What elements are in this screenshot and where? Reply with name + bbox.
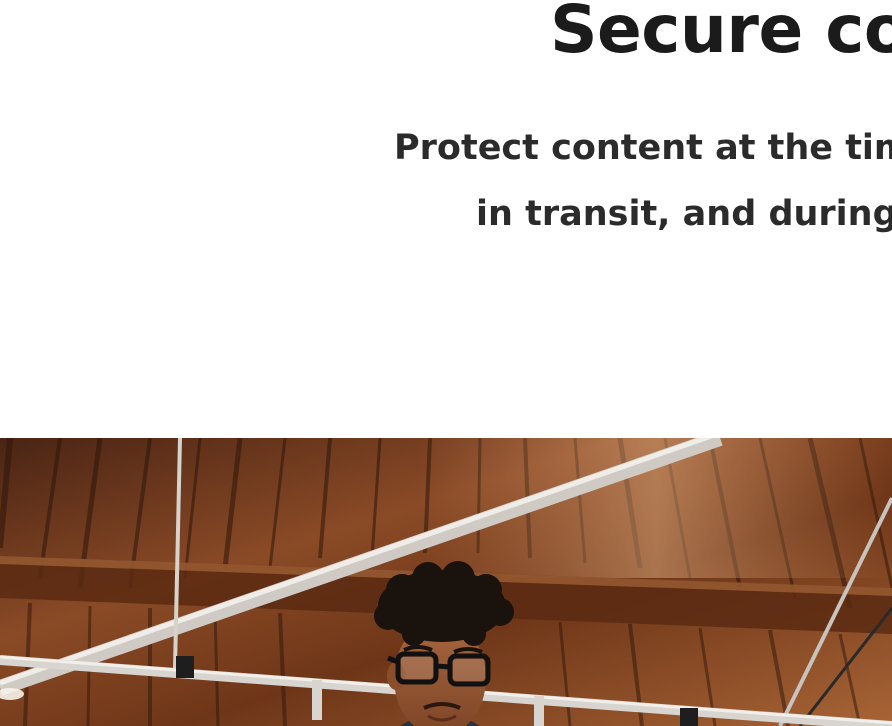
page: Secure co Protect content at the tim in … — [0, 0, 892, 726]
hero-subheading-line-2: in transit, and during — [476, 194, 892, 234]
hero-heading: Secure co — [550, 0, 892, 68]
hero-subheading-line-1: Protect content at the tim — [394, 128, 892, 168]
hero-photo — [0, 438, 892, 726]
